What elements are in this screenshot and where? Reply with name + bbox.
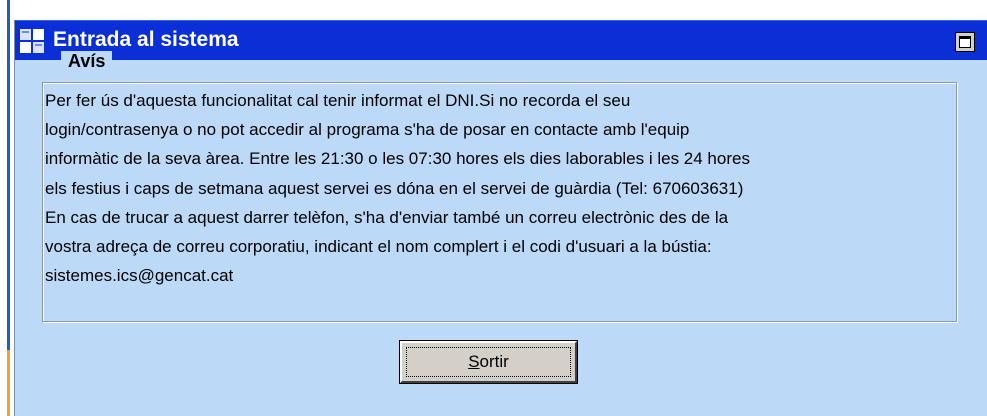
title-bar[interactable]: Entrada al sistema: [15, 20, 987, 60]
window-title: Entrada al sistema: [53, 28, 239, 51]
sortir-label-rest: ortir: [479, 352, 509, 371]
maximize-icon: [959, 36, 971, 48]
sortir-button[interactable]: Sortir: [399, 340, 578, 384]
notice-line: els festius i caps de setmana aquest ser…: [45, 178, 744, 198]
app-window-icon: [19, 28, 45, 54]
notice-line: Per fer ús d'aquesta funcionalitat cal t…: [45, 91, 631, 110]
left-accent-rule-blue: [7, 0, 10, 350]
notice-message: Per fer ús d'aquesta funcionalitat cal t…: [45, 86, 945, 290]
notice-line: informàtic de la seva àrea. Entre les 21…: [45, 149, 750, 169]
notice-legend: Avís: [61, 51, 113, 72]
notice-line: vostra adreça de correu corporatiu, indi…: [45, 237, 712, 257]
maximize-button[interactable]: [955, 32, 975, 52]
sortir-mnemonic: S: [468, 352, 480, 371]
notice-line: En cas de trucar a aquest darrer telèfon…: [45, 207, 729, 227]
notice-line: sistemes.ics@gencat.cat: [45, 266, 234, 286]
sortir-button-label: Sortir: [402, 352, 575, 372]
notice-line: login/contrasenya o no pot accedir al pr…: [45, 120, 690, 140]
left-accent-rule-orange: [7, 350, 10, 416]
